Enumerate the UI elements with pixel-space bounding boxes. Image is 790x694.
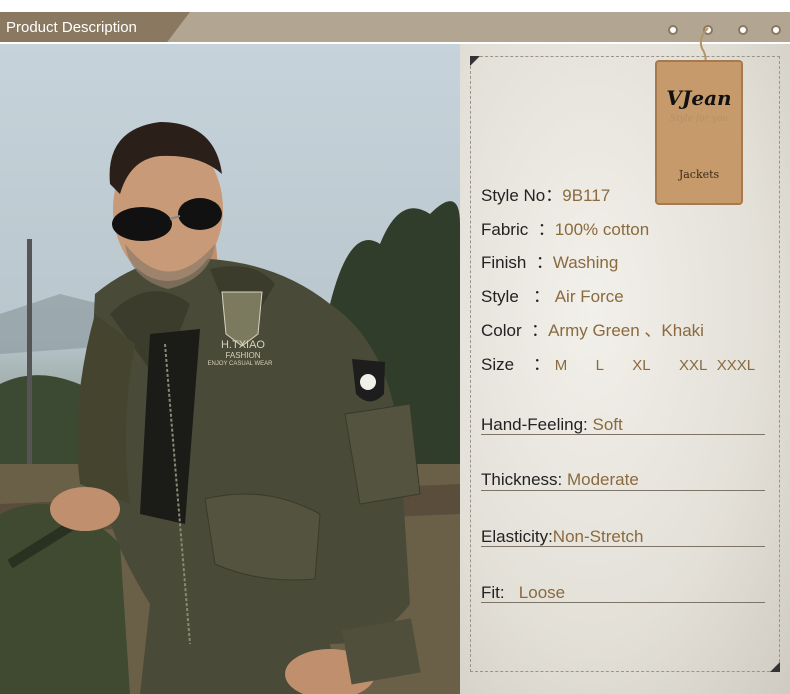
- spec-value: 9B117: [562, 186, 611, 205]
- feature-label: Elasticity:: [481, 527, 553, 546]
- size-option: XXXL: [716, 357, 756, 374]
- spec-sep: ：: [531, 321, 549, 340]
- feature-label: Thickness:: [481, 470, 563, 489]
- feature-value: Loose: [518, 583, 566, 602]
- spec-value: 100% cotton: [554, 220, 650, 239]
- ring-icon: [771, 25, 781, 35]
- feature-fit: Fit: Loose: [481, 583, 565, 603]
- section-header: Product Description: [0, 0, 790, 44]
- spec-label: Style: [481, 287, 519, 306]
- feature-value: Soft: [592, 415, 623, 434]
- size-option: XXL: [678, 357, 708, 374]
- spec-label: Style No: [481, 186, 546, 205]
- spec-value: Army Green 、Khaki: [548, 321, 704, 340]
- spec-value: Washing: [552, 253, 619, 272]
- spec-sep: ：: [532, 355, 550, 374]
- chest-patch-top: H.TXIAO: [220, 339, 265, 351]
- feature-label: Hand-Feeling:: [481, 415, 588, 434]
- spec-fabric: Fabric ：100% cotton: [481, 220, 649, 240]
- model-illustration: [0, 122, 460, 694]
- size-option: L: [595, 357, 604, 374]
- spec-label: Size: [481, 355, 515, 374]
- spec-size: Size ： M L XL XXL XXXL: [481, 355, 755, 376]
- product-photo: H.TXIAO FASHION ENJOY CASUAL WEAR: [0, 44, 460, 694]
- spec-color: Color ：Army Green 、Khaki: [481, 321, 704, 341]
- chest-patch-line2: FASHION: [225, 351, 261, 360]
- spec-sep: ：: [537, 220, 555, 239]
- spec-label: Color: [481, 321, 522, 340]
- tag-category: Jackets: [678, 168, 720, 181]
- feature-hand-feeling: Hand-Feeling: Soft: [481, 415, 623, 435]
- chest-patch-line3: ENJOY CASUAL WEAR: [207, 361, 273, 367]
- chest-patch-text: H.TXIAO FASHION ENJOY CASUAL WEAR: [207, 339, 273, 368]
- underline: [481, 434, 765, 435]
- corner-mark-icon: [770, 662, 780, 672]
- spec-label: Fabric: [481, 220, 529, 239]
- feature-label: Fit:: [481, 583, 505, 602]
- tag-brand-logo: VJean: [666, 86, 732, 110]
- hang-tag: VJean Style for you Jackets: [655, 60, 743, 205]
- spec-style: Style ： Air Force: [481, 287, 624, 307]
- underline: [481, 490, 765, 491]
- spec-style-no: Style No：9B117: [481, 186, 610, 206]
- ring-icon: [668, 25, 678, 35]
- ring-icon: [738, 25, 748, 35]
- corner-mark-icon: [470, 56, 480, 66]
- spec-label: Finish: [481, 253, 527, 272]
- section-title: Product Description: [6, 19, 137, 36]
- underline: [481, 602, 765, 603]
- feature-value: Moderate: [566, 470, 639, 489]
- spec-sep: ：: [535, 253, 553, 272]
- spec-sep: ：: [545, 186, 563, 205]
- tag-slogan: Style for you: [669, 114, 729, 124]
- feature-value: Non-Stretch: [552, 527, 644, 546]
- feature-thickness: Thickness: Moderate: [481, 470, 639, 490]
- feature-elasticity: Elasticity:Non-Stretch: [481, 527, 644, 547]
- size-option: XL: [632, 357, 651, 374]
- underline: [481, 546, 765, 547]
- spec-sep: ：: [532, 287, 550, 306]
- size-option: M: [554, 357, 568, 374]
- spec-finish: Finish ：Washing: [481, 253, 618, 273]
- spec-value: Air Force: [554, 287, 624, 306]
